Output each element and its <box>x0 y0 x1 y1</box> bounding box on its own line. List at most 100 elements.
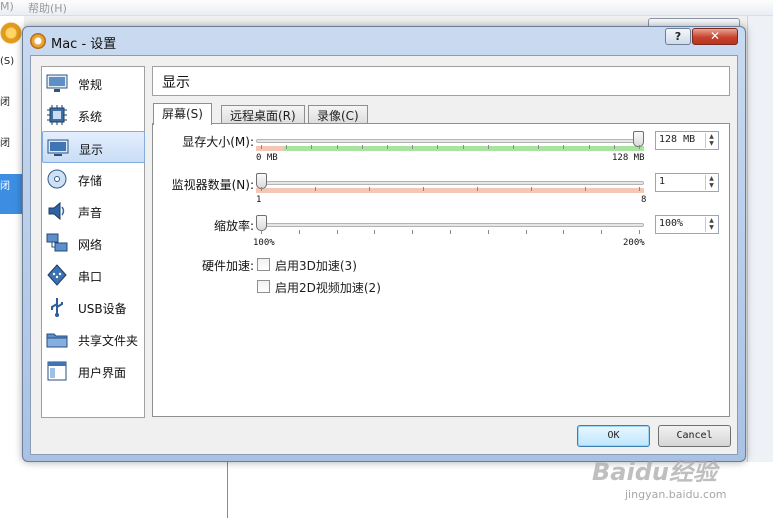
slider-tick <box>613 145 615 149</box>
sidebar-item-audio[interactable]: 声音 <box>42 195 145 227</box>
scale-factor-slider-thumb[interactable] <box>256 215 267 231</box>
sidebar-item-display[interactable]: 显示 <box>42 131 145 163</box>
scale-factor-groove <box>256 223 644 227</box>
watermark-url: jingyan.baidu.com <box>625 488 727 501</box>
shared-folder-icon <box>46 333 68 348</box>
sidebar-item-label: USB设备 <box>78 302 127 316</box>
sidebar-item-user-interface[interactable]: 用户界面 <box>42 355 145 387</box>
spin-down-icon[interactable]: ▼ <box>706 140 717 147</box>
slider-tick <box>477 187 478 191</box>
storage-disc-icon <box>47 169 67 189</box>
usb-icon <box>51 298 63 317</box>
slider-tick <box>513 145 514 149</box>
sidebar-item-label: 常规 <box>78 78 103 92</box>
background-menu-help[interactable]: 帮助(H) <box>28 0 67 16</box>
serial-port-icon <box>47 264 67 286</box>
video-memory-max-label: 128 MB <box>612 153 645 163</box>
slider-tick <box>315 187 316 191</box>
tab-screen[interactable]: 屏幕(S) <box>153 103 212 125</box>
spin-up-icon[interactable]: ▲ <box>706 175 717 182</box>
tab-remote-display[interactable]: 远程桌面(R) <box>221 105 305 124</box>
monitor-count-label: 监视器数量(N): <box>171 178 254 192</box>
slider-tick <box>286 145 288 149</box>
slider-tick <box>369 187 370 191</box>
settings-category-list: 常规 系统 显示 存储 声音 网络 串口 USB设备 共享文件夹 用户界面 <box>41 66 145 418</box>
sidebar-item-system[interactable]: 系统 <box>42 99 145 131</box>
video-memory-groove <box>256 139 644 143</box>
slider-tick <box>311 145 313 149</box>
monitor-count-min-label: 1 <box>256 195 262 205</box>
dialog-client-area: 常规 系统 显示 存储 声音 网络 串口 USB设备 共享文件夹 用户界面 显示… <box>30 55 738 455</box>
speaker-icon <box>48 201 65 221</box>
slider-tick <box>298 230 300 234</box>
slider-tick <box>412 230 414 234</box>
display-icon <box>47 139 69 156</box>
slider-tick <box>585 187 586 191</box>
scale-factor-value: 100% <box>659 218 684 229</box>
enable-3d-label[interactable]: 启用3D加速(3) <box>275 257 357 274</box>
enable-3d-checkbox[interactable] <box>257 258 270 271</box>
slider-tick <box>487 145 489 149</box>
cancel-button[interactable]: Cancel <box>658 425 731 447</box>
slider-tick <box>374 230 376 234</box>
slider-tick <box>437 145 439 149</box>
scale-factor-spinbox[interactable]: 100% ▲ ▼ <box>655 215 719 234</box>
slider-tick <box>639 187 640 191</box>
spin-up-icon[interactable]: ▲ <box>706 217 717 224</box>
page-title: 显示 <box>162 75 190 91</box>
spin-down-icon[interactable]: ▼ <box>706 224 717 231</box>
background-vm-list: (S) 闭 闭 闭 <box>0 16 24 518</box>
video-memory-spinbox[interactable]: 128 MB ▲ ▼ <box>655 131 719 150</box>
sidebar-item-shared-folders[interactable]: 共享文件夹 <box>42 323 145 355</box>
slider-tick <box>336 145 338 149</box>
background-label: 闭 <box>0 181 10 192</box>
settings-dialog: Mac - 设置 ? ✕ 常规 系统 显示 存储 声音 网络 串口 USB设备 … <box>22 26 746 462</box>
scale-factor-max-label: 200% <box>623 238 645 248</box>
background-label: 闭 <box>0 138 10 149</box>
sidebar-item-label: 共享文件夹 <box>78 334 139 348</box>
sidebar-item-general[interactable]: 常规 <box>42 67 145 99</box>
spin-buttons: ▲ ▼ <box>705 133 717 148</box>
watermark-logo: Baidu经验 <box>592 458 717 486</box>
page-header: 显示 <box>152 66 730 96</box>
enable-2d-checkbox[interactable] <box>257 280 270 293</box>
slider-tick <box>639 145 640 149</box>
spin-buttons: ▲ ▼ <box>705 217 717 232</box>
slider-tick <box>538 145 540 149</box>
background-label: 闭 <box>0 97 10 108</box>
tab-panel-screen: 显存大小(M): 0 MB 128 MB 128 MB ▲ ▼ 监视器数量(N):… <box>152 123 730 417</box>
sidebar-item-label: 声音 <box>78 206 103 220</box>
background-menu-item[interactable]: M) <box>0 0 14 13</box>
slider-tick <box>531 187 532 191</box>
monitor-count-spinbox[interactable]: 1 ▲ ▼ <box>655 173 719 192</box>
slider-tick <box>563 145 565 149</box>
spin-up-icon[interactable]: ▲ <box>706 133 717 140</box>
chip-system-icon <box>47 105 67 125</box>
user-interface-icon <box>47 361 67 381</box>
spin-down-icon[interactable]: ▼ <box>706 182 717 189</box>
ok-button[interactable]: OK <box>577 425 650 447</box>
background-new-icon[interactable] <box>0 22 22 44</box>
slider-tick <box>563 230 565 234</box>
slider-tick <box>361 145 363 149</box>
help-button[interactable]: ? <box>665 28 691 45</box>
sidebar-item-serial[interactable]: 串口 <box>42 259 145 291</box>
spin-buttons: ▲ ▼ <box>705 175 717 190</box>
monitor-count-max-label: 8 <box>641 195 647 205</box>
sidebar-item-network[interactable]: 网络 <box>42 227 145 259</box>
sidebar-item-label: 存储 <box>78 174 103 188</box>
sidebar-item-storage[interactable]: 存储 <box>42 163 145 195</box>
sidebar-item-usb[interactable]: USB设备 <box>42 291 145 323</box>
background-menubar: M) 帮助(H) <box>0 0 773 16</box>
enable-2d-label[interactable]: 启用2D视频加速(2) <box>275 279 381 296</box>
sidebar-item-label: 用户界面 <box>78 366 127 380</box>
slider-tick <box>487 230 489 234</box>
slider-tick <box>261 230 262 234</box>
slider-tick <box>588 145 590 149</box>
scale-factor-min-label: 100% <box>253 238 275 248</box>
video-memory-good-range <box>284 146 644 151</box>
sidebar-item-label: 显示 <box>79 143 104 157</box>
tab-recording[interactable]: 录像(C) <box>308 105 368 124</box>
acceleration-label: 硬件加速: <box>201 259 254 273</box>
close-button[interactable]: ✕ <box>692 28 738 45</box>
